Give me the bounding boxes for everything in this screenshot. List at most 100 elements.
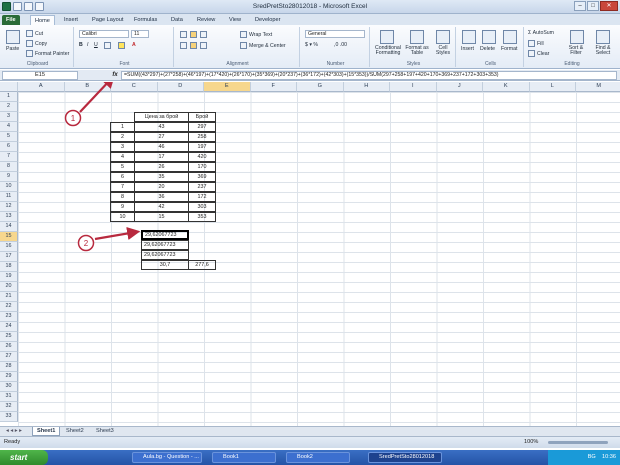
bold-button[interactable]: B [79,42,83,48]
clear-button[interactable]: Clear [528,50,549,57]
styles-group: Conditional Formatting Format as Table C… [372,27,456,67]
fill-button[interactable]: Fill [528,40,544,47]
align-left-button[interactable] [180,42,189,49]
tab-data[interactable]: Data [167,15,187,25]
paste-icon[interactable] [6,30,20,44]
close-button[interactable]: ✕ [600,1,618,11]
tab-insert[interactable]: Insert [60,15,82,25]
annotation-label-2: 2 [84,239,89,248]
merge-center-label: Merge & Center [249,42,286,49]
copy-button[interactable]: Copy [26,40,47,47]
number-label: Number [326,61,345,67]
zoom-level: 100% [524,439,539,445]
fill-label: Fill [537,40,544,47]
autosum-button[interactable]: Σ AutoSum [528,30,554,36]
tab-file[interactable]: File [2,15,20,25]
status-bar: Ready 100% [0,436,620,448]
ribbon: Paste Cut Copy Format Painter Clipboard … [0,25,620,69]
underline-button[interactable]: U [94,42,98,48]
tab-developer[interactable]: Developer [251,15,285,25]
annotation-overlay: 1 2 [64,82,141,252]
fill-color-button[interactable] [118,42,127,49]
currency-button[interactable]: $ ▾ % [305,42,318,48]
conditional-formatting-button[interactable]: Conditional Formatting [373,45,403,56]
taskbar-item-book1[interactable]: Book1 [212,452,276,463]
taskbar: start Aula.bg - Question - ... Book1 Boo… [0,450,620,465]
window-title: SredPretSto28012018 - Microsoft Excel [252,3,368,10]
fx-icon[interactable]: fx [110,71,120,80]
cells-group: Insert Delete Format Cells [458,27,524,67]
cells-label: Cells [484,61,497,67]
sort-filter-button[interactable]: Sort & Filter [564,45,588,56]
eraser-icon [528,50,535,57]
annotation-arrow-1 [79,82,116,113]
clock: 10:36 [602,454,616,460]
tab-home[interactable]: Home [30,15,55,25]
copy-label: Copy [35,40,48,47]
minimize-button[interactable]: – [574,1,586,11]
insert-cells-icon [462,30,476,44]
cell-styles-button[interactable]: Cell Styles [433,45,453,56]
taskbar-item-book2[interactable]: Book2 [286,452,350,463]
delete-cells-button[interactable]: Delete [480,46,495,52]
find-select-icon [596,30,610,44]
delete-cells-icon [482,30,496,44]
borders-button[interactable] [104,42,113,49]
align-bottom-button[interactable] [200,31,209,38]
system-tray: BG 10:36 [548,450,620,465]
title-bar: SredPretSto28012018 - Microsoft Excel – … [0,0,620,14]
sheet-tab-1[interactable]: Sheet1 [32,427,61,436]
font-name-select[interactable]: Calibri [79,30,129,38]
format-painter-button[interactable]: Format Painter [26,50,69,57]
sheet-tab-3[interactable]: Sheet3 [92,427,118,436]
align-middle-button[interactable] [190,31,199,38]
editing-label: Editing [564,61,580,67]
cut-button[interactable]: Cut [26,30,43,37]
tab-view[interactable]: View [225,15,245,25]
fill-color-icon [118,42,125,49]
sheet-tab-2[interactable]: Sheet2 [62,427,88,436]
name-box[interactable]: E15 [2,71,78,80]
clipboard-label: Clipboard [26,61,49,67]
font-color-button[interactable]: A [132,42,136,48]
taskbar-item-excel[interactable]: SredPretSto28012018 [368,452,442,463]
merge-center-button[interactable]: Merge & Center [240,42,286,49]
language-indicator[interactable]: BG [588,454,596,460]
align-right-icon [200,42,207,49]
tab-page-layout[interactable]: Page Layout [88,15,127,25]
format-cells-button[interactable]: Format [501,46,517,52]
formula-bar: E15 fx =SUM((43*297)+(27*258)+(46*197)+(… [0,70,620,81]
number-format-select[interactable]: General [305,30,365,38]
align-center-button[interactable] [190,42,199,49]
tab-formulas[interactable]: Formulas [130,15,161,25]
format-table-icon [410,30,424,44]
taskbar-item-aula[interactable]: Aula.bg - Question - ... [132,452,202,463]
zoom-slider[interactable] [548,441,608,444]
align-center-icon [190,42,197,49]
tab-review[interactable]: Review [193,15,219,25]
fill-down-icon [528,40,535,47]
formula-input[interactable]: =SUM((43*297)+(27*258)+(46*197)+(17*420)… [121,71,617,80]
align-top-button[interactable] [180,31,189,38]
align-bottom-icon [200,31,207,38]
align-right-button[interactable] [200,42,209,49]
sort-filter-icon [570,30,584,44]
wrap-text-button[interactable]: Wrap Text [240,31,272,38]
font-size-select[interactable]: 11 [131,30,149,38]
start-button[interactable]: start [0,450,48,465]
format-as-table-button[interactable]: Format as Table [404,45,430,56]
cut-label: Cut [35,30,44,37]
insert-cells-button[interactable]: Insert [461,46,474,52]
autosum-label: AutoSum [532,30,554,36]
paste-button[interactable]: Paste [6,46,19,52]
sheet-nav-arrows[interactable]: ◂ ◂ ▸ ▸ [2,427,26,436]
decimal-buttons[interactable]: ,0 .00 [334,42,347,48]
align-left-icon [180,42,187,49]
find-select-button[interactable]: Find & Select [590,45,616,56]
italic-button[interactable]: I [87,42,88,48]
clipboard-group: Paste Cut Copy Format Painter Clipboard [2,27,74,67]
scissors-icon [26,30,33,37]
styles-label: Styles [406,61,421,67]
maximize-button[interactable]: □ [587,1,599,11]
worksheet-grid[interactable]: ABCDEFGHIJKLMNOPQ 1234567891011121314151… [0,82,620,426]
